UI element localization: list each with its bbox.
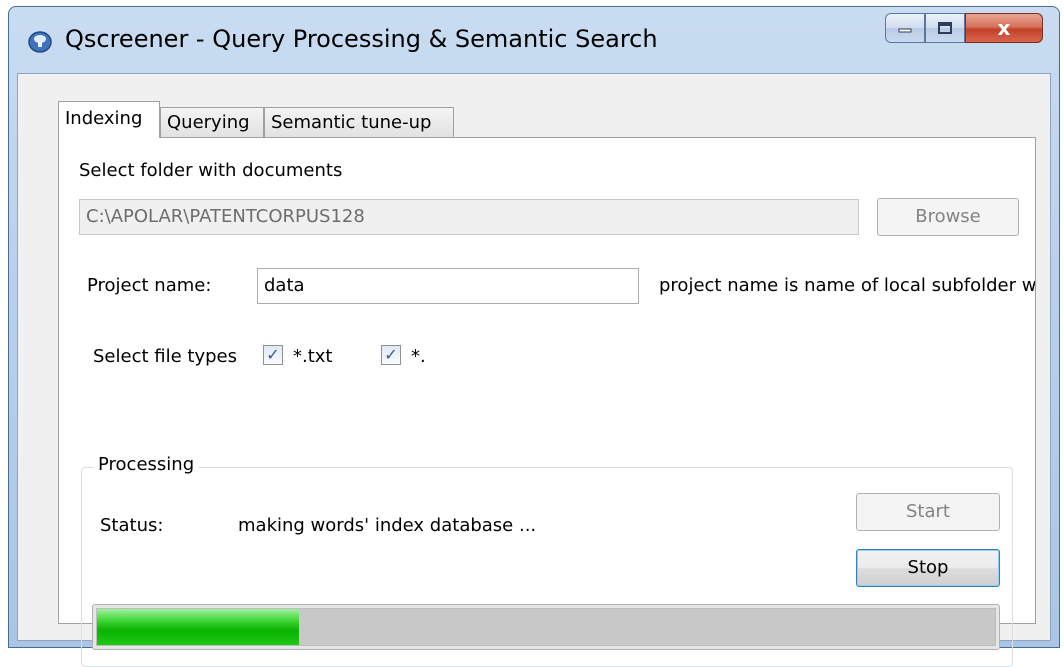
tab-label: Semantic tune-up: [271, 112, 432, 133]
checkmark-icon: ✓: [266, 345, 280, 364]
start-button[interactable]: Start: [856, 493, 1000, 531]
close-button[interactable]: x: [965, 13, 1043, 43]
status-label: Status:: [100, 515, 164, 536]
progress-fill: [97, 609, 300, 645]
file-types-label: Select file types: [93, 346, 237, 367]
maximize-button[interactable]: [925, 13, 965, 43]
txt-checkbox-label: *.txt: [293, 346, 333, 367]
stop-button[interactable]: Stop: [856, 549, 1000, 587]
processing-group-title: Processing: [94, 454, 199, 475]
maximize-icon: [938, 22, 952, 34]
other-checkbox-label: *.: [411, 346, 426, 367]
tab-label: Querying: [167, 112, 250, 133]
client-area: Indexing Querying Semantic tune-up Selec…: [17, 73, 1051, 667]
other-checkbox[interactable]: ✓: [381, 345, 401, 365]
status-value: making words' index database ...: [238, 515, 537, 536]
txt-checkbox[interactable]: ✓: [263, 345, 283, 365]
browse-button[interactable]: Browse: [877, 198, 1019, 236]
app-window: Qscreener - Query Processing & Semantic …: [8, 6, 1060, 667]
close-icon: x: [997, 16, 1011, 40]
minimize-icon: [898, 28, 912, 33]
tab-label: Indexing: [65, 108, 143, 129]
processing-group: Processing Status: making words' index d…: [81, 454, 1013, 667]
project-name-field[interactable]: data: [257, 268, 639, 304]
tab-indexing[interactable]: Indexing: [58, 101, 160, 138]
progress-track: [96, 608, 996, 646]
progress-bar: [92, 604, 1000, 650]
window-title: Qscreener - Query Processing & Semantic …: [65, 25, 658, 53]
title-bar[interactable]: Qscreener - Query Processing & Semantic …: [9, 7, 1059, 71]
indexing-panel: Select folder with documents C:\APOLAR\P…: [58, 137, 1036, 667]
checkmark-icon: ✓: [384, 345, 398, 364]
caption-buttons: x: [885, 13, 1043, 45]
app-icon: [28, 31, 52, 53]
project-name-label: Project name:: [87, 275, 212, 296]
folder-label: Select folder with documents: [79, 160, 343, 181]
project-name-hint: project name is name of local subfolder …: [659, 275, 1035, 296]
folder-path-field[interactable]: C:\APOLAR\PATENTCORPUS128: [79, 199, 859, 235]
tab-semantic-tune-up[interactable]: Semantic tune-up: [264, 107, 454, 137]
minimize-button[interactable]: [885, 13, 925, 43]
tab-querying[interactable]: Querying: [160, 107, 264, 137]
